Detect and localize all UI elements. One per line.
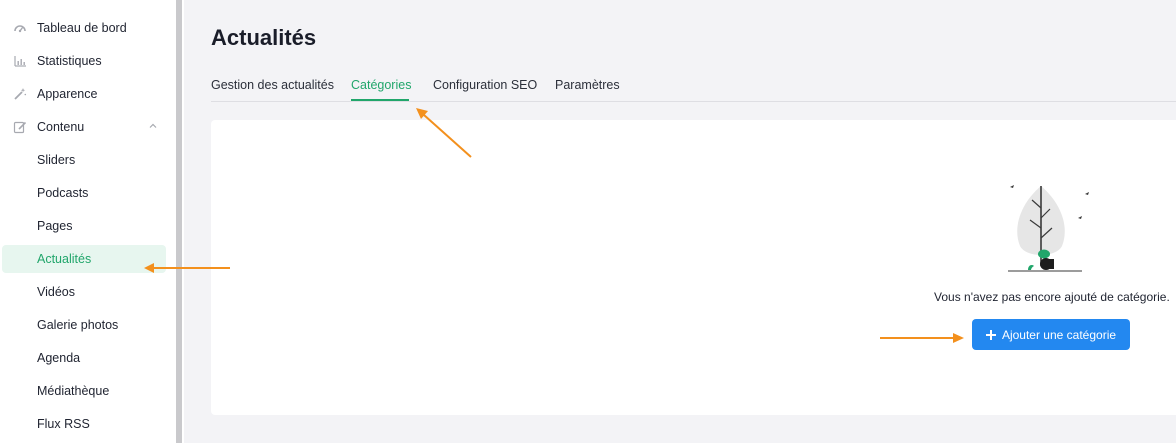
sidebar-resize-handle[interactable] [174,0,184,443]
sidebar-item-galerie-photos[interactable]: Galerie photos [2,311,166,339]
bar-chart-icon [14,56,26,67]
sidebar-item-label: Pages [37,219,73,233]
sidebar-item-label: Statistiques [37,54,102,68]
sidebar-item-statistiques[interactable]: Statistiques [2,47,166,75]
sidebar-item-sliders[interactable]: Sliders [2,146,166,174]
sidebar-item-podcasts[interactable]: Podcasts [2,179,166,207]
tab-configuration-seo[interactable]: Configuration SEO [433,78,537,92]
sidebar-item-apparence[interactable]: Apparence [2,80,166,108]
tab-parametres[interactable]: Paramètres [555,78,620,92]
tab-bar: Gestion des actualités Catégories Config… [211,74,1176,102]
dashboard-icon [14,25,26,33]
plus-icon [985,329,996,340]
categories-panel: Vous n'avez pas encore ajouté de catégor… [211,120,1176,415]
sidebar: Tableau de bord Statistiques Apparence C… [0,0,174,443]
sidebar-item-label: Sliders [37,153,76,167]
sidebar-item-actualites[interactable]: Actualités [2,245,166,273]
tab-gestion-des-actualites[interactable]: Gestion des actualités [211,78,334,92]
sidebar-item-flux-rss[interactable]: Flux RSS [2,410,166,438]
magic-wand-icon [14,88,27,100]
sidebar-item-tableau-de-bord[interactable]: Tableau de bord [2,14,166,42]
plant-empty-state-illustration [1008,185,1089,272]
sidebar-item-label: Flux RSS [37,417,90,431]
sidebar-item-agenda[interactable]: Agenda [2,344,166,372]
page-title: Actualités [211,25,317,50]
add-category-button[interactable]: Ajouter une catégorie [972,319,1130,350]
add-category-button-label: Ajouter une catégorie [1001,327,1117,342]
empty-state-message: Vous n'avez pas encore ajouté de catégor… [934,290,1170,304]
sidebar-item-label: Apparence [37,87,98,101]
sidebar-item-label: Agenda [37,351,81,365]
tab-categories[interactable]: Catégories [351,78,411,92]
sidebar-item-videos[interactable]: Vidéos [2,278,166,306]
sidebar-item-contenu[interactable]: Contenu [2,113,166,141]
active-tab-indicator [351,99,409,101]
sidebar-item-label: Médiathèque [37,384,110,398]
edit-icon [13,121,27,134]
sidebar-item-pages[interactable]: Pages [2,212,166,240]
sidebar-item-label: Tableau de bord [37,21,127,35]
sidebar-item-label: Actualités [37,252,92,266]
sidebar-item-label: Podcasts [37,186,89,200]
sidebar-item-label: Contenu [37,120,85,134]
sidebar-item-mediatheque[interactable]: Médiathèque [2,377,166,405]
sidebar-item-label: Vidéos [37,285,75,299]
chevron-up-icon[interactable] [148,121,158,131]
sidebar-item-label: Galerie photos [37,318,119,332]
